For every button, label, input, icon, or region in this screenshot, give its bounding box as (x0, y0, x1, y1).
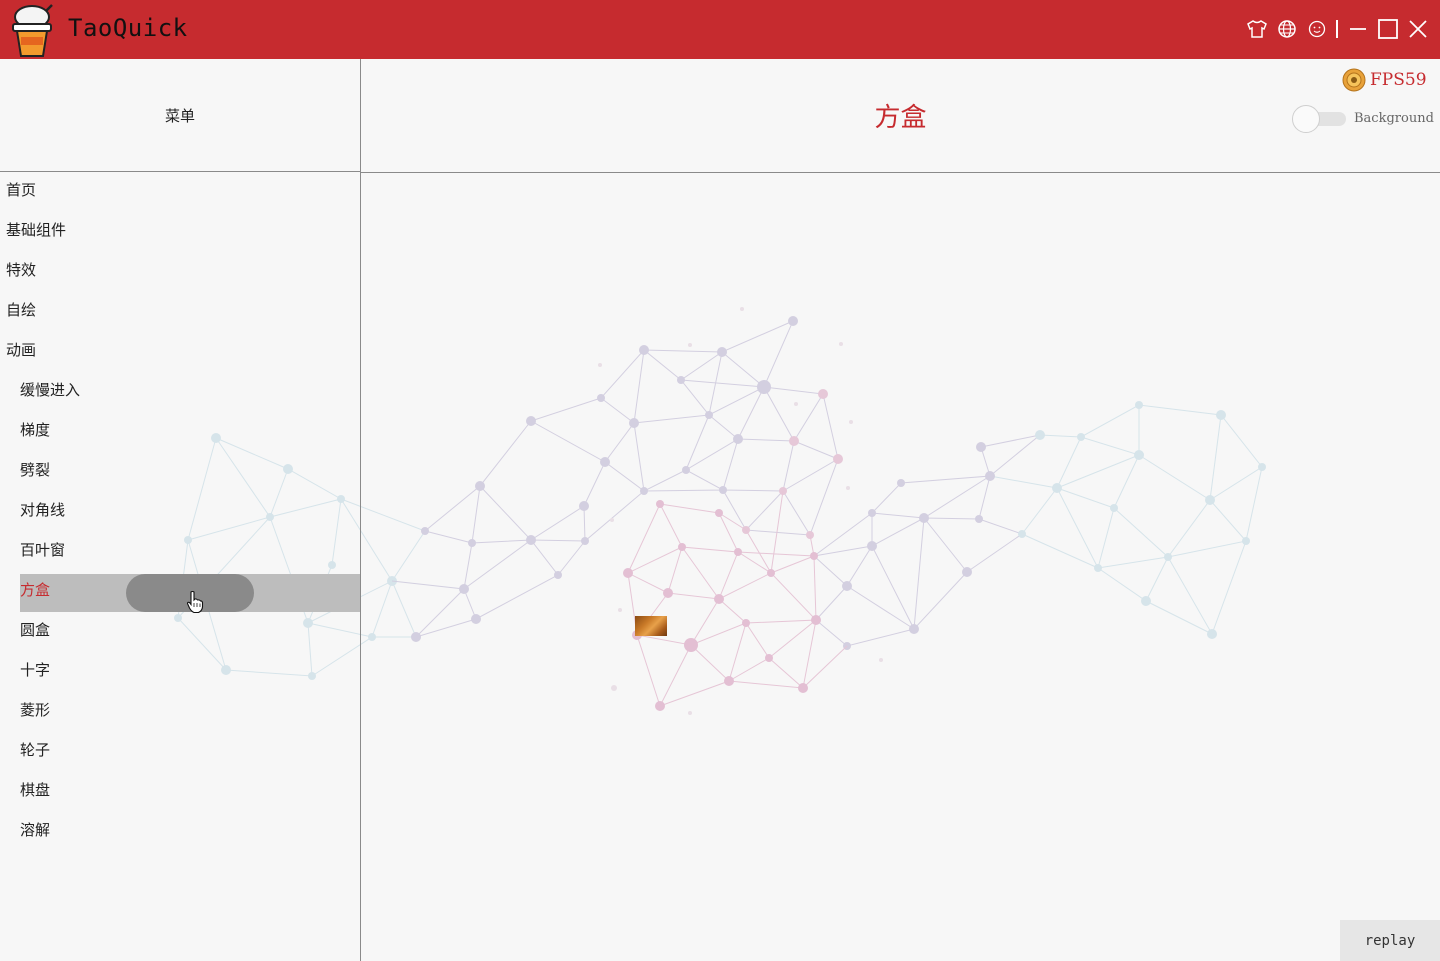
sidebar-item[interactable]: 自绘 (6, 291, 36, 329)
sidebar-item[interactable]: 梯度 (20, 411, 50, 449)
hand-cursor-icon (186, 590, 204, 614)
sidebar-header: 菜单 (0, 59, 360, 172)
sidebar-item[interactable]: 轮子 (20, 731, 50, 769)
switch-knob[interactable] (1292, 105, 1320, 133)
sidebar-item[interactable]: 溶解 (20, 811, 50, 849)
background-toggle-label: Background (1354, 110, 1434, 126)
background-toggle[interactable]: Background (1292, 105, 1434, 133)
sidebar-item[interactable]: 方盒 (20, 571, 50, 609)
sidebar-item[interactable]: 对角线 (20, 491, 65, 529)
titlebar-separator (1336, 20, 1338, 38)
app-title: TaoQuick (68, 14, 188, 42)
sidebar-item[interactable]: 劈裂 (20, 451, 50, 489)
sidebar-item[interactable]: 百叶窗 (20, 531, 65, 569)
sidebar-item[interactable]: 首页 (6, 171, 36, 209)
square-box-reveal-image (635, 616, 667, 636)
fps-counter: FPS59 (1342, 68, 1427, 92)
fps-gauge-icon (1342, 68, 1366, 92)
title-bar: TaoQuick (0, 0, 1440, 59)
background-switch[interactable] (1292, 105, 1348, 133)
sidebar: 菜单 首页 基础组件 特效 自绘 动画 缓慢进入 梯度 劈裂 对角线 百叶窗 方盒 圆盒 十字 菱形 轮子棋… (0, 59, 361, 961)
sidebar-item[interactable]: 圆盒 (20, 611, 50, 649)
sidebar-item[interactable]: 缓慢进入 (20, 371, 80, 409)
maximize-icon[interactable] (1375, 16, 1401, 42)
content-header: 方盒 FPS59 Background (361, 59, 1440, 173)
sidebar-item[interactable]: 动画 (6, 331, 36, 369)
app-logo-icon (12, 4, 53, 57)
globe-icon[interactable] (1274, 16, 1300, 42)
fps-label: FPS59 (1370, 70, 1427, 90)
replay-button[interactable]: replay (1340, 920, 1440, 961)
sidebar-item[interactable]: 棋盘 (20, 771, 50, 809)
minimize-icon[interactable] (1345, 16, 1371, 42)
close-icon[interactable] (1405, 16, 1431, 42)
sidebar-item[interactable]: 基础组件 (6, 211, 66, 249)
sidebar-item[interactable]: 特效 (6, 251, 36, 289)
smiley-icon[interactable] (1304, 16, 1330, 42)
sidebar-item[interactable]: 菱形 (20, 691, 50, 729)
shirt-icon[interactable] (1244, 16, 1270, 42)
sidebar-item[interactable]: 十字 (20, 651, 50, 689)
page-title: 方盒 (874, 103, 927, 133)
